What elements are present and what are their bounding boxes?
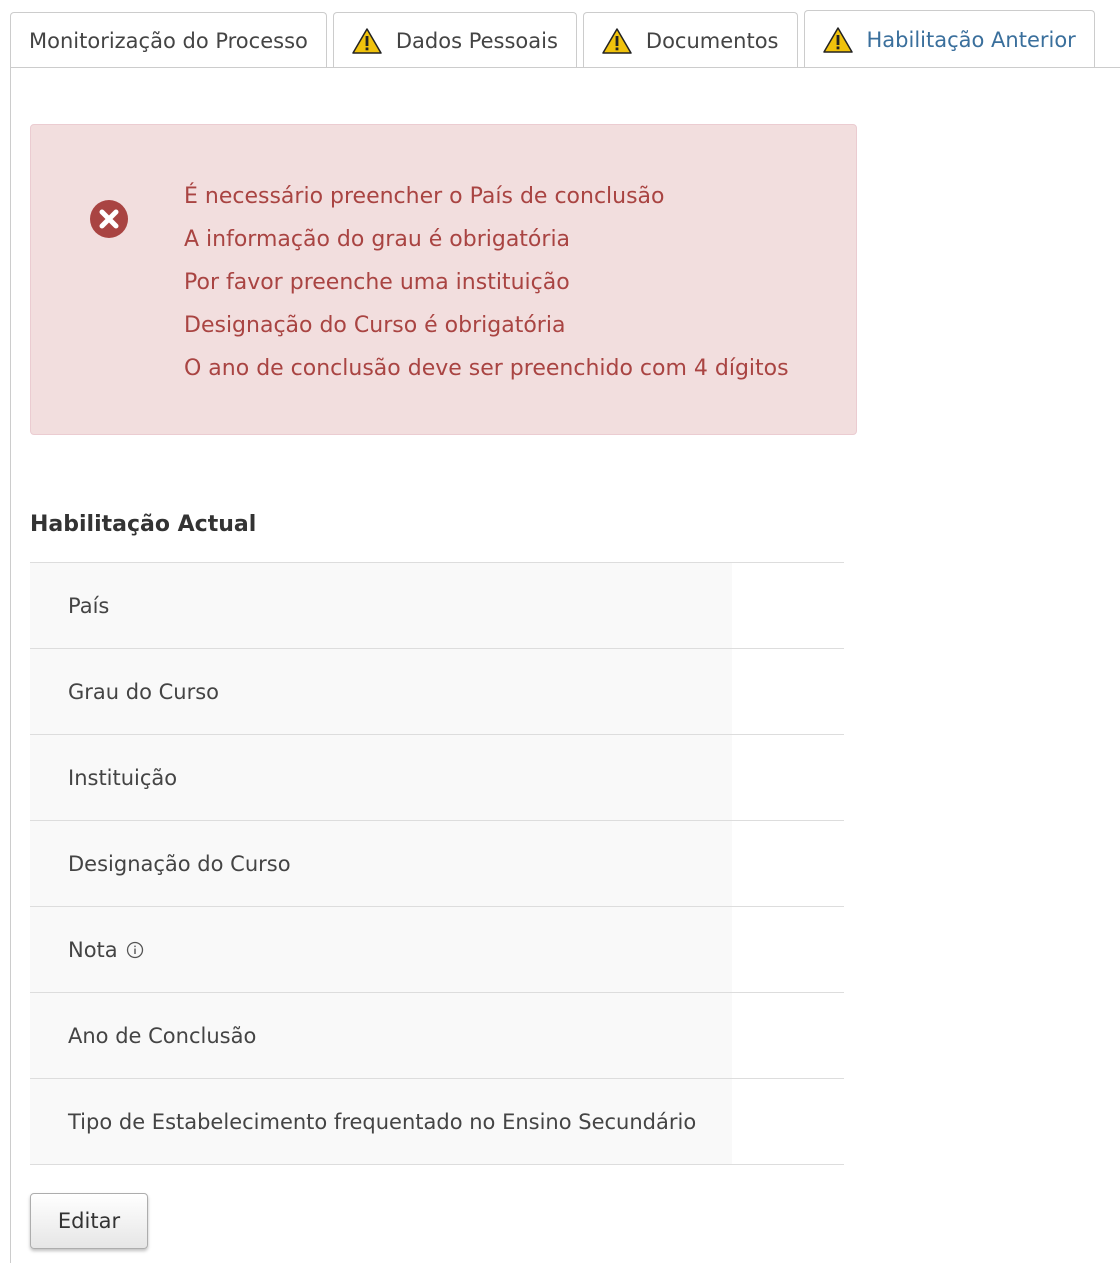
section-title: Habilitação Actual (30, 512, 257, 537)
content-border (10, 67, 11, 1263)
row-value (732, 1079, 844, 1164)
tab-habilitacao-anterior[interactable]: Habilitação Anterior (803, 10, 1095, 68)
tab-label: Dados Pessoais (395, 28, 558, 53)
tab-dados-pessoais[interactable]: Dados Pessoais (332, 12, 577, 68)
row-label-text: Grau do Curso (68, 679, 220, 704)
row-value (732, 649, 844, 734)
row-value (732, 821, 844, 906)
row-value (732, 907, 844, 992)
table-row: Grau do Curso (30, 649, 844, 735)
edit-button[interactable]: Editar (30, 1193, 148, 1249)
tab-bar: Monitorização do Processo Dados Pessoais… (10, 10, 1095, 68)
error-message: É necessário preencher o País de conclus… (184, 184, 665, 209)
error-message: Designação do Curso é obrigatória (184, 313, 566, 338)
row-label-text: Designação do Curso (68, 851, 291, 876)
error-message: A informação do grau é obrigatória (184, 227, 571, 252)
row-value (732, 735, 844, 820)
table-row: Tipo de Estabelecimento frequentado no E… (30, 1079, 844, 1165)
warning-icon (352, 27, 382, 54)
warning-icon (602, 27, 632, 54)
tab-label: Monitorização do Processo (29, 28, 308, 53)
warning-icon (822, 26, 853, 53)
tab-documentos[interactable]: Documentos (582, 12, 798, 68)
row-label-text: País (68, 593, 110, 618)
row-label-text: Nota (68, 937, 118, 962)
tab-divider (10, 67, 1120, 68)
row-label: País (30, 563, 732, 648)
tab-label: Habilitação Anterior (866, 27, 1076, 52)
error-list: É necessário preencher o País de conclus… (184, 175, 789, 390)
row-label: Tipo de Estabelecimento frequentado no E… (30, 1079, 732, 1164)
tab-monitorizacao-processo[interactable]: Monitorização do Processo (10, 12, 327, 68)
row-label-text: Ano de Conclusão (68, 1023, 257, 1048)
error-message: O ano de conclusão deve ser preenchido c… (184, 356, 789, 381)
table-row: País (30, 563, 844, 649)
error-alert: É necessário preencher o País de conclus… (30, 124, 857, 435)
row-label-text: Instituição (68, 765, 178, 790)
row-label-text: Tipo de Estabelecimento frequentado no E… (68, 1109, 697, 1134)
row-value (732, 993, 844, 1078)
table-row: Ano de Conclusão (30, 993, 844, 1079)
row-label: Designação do Curso (30, 821, 732, 906)
error-circle-icon (90, 200, 128, 238)
row-value (732, 563, 844, 648)
row-label: Nota (30, 907, 732, 992)
table-row: Instituição (30, 735, 844, 821)
row-label: Instituição (30, 735, 732, 820)
info-table: País Grau do Curso Instituição Designaçã… (30, 562, 844, 1165)
info-icon[interactable] (126, 941, 144, 959)
row-label: Grau do Curso (30, 649, 732, 734)
tab-label: Documentos (645, 28, 779, 53)
error-message: Por favor preenche uma instituição (184, 270, 570, 295)
table-row: Designação do Curso (30, 821, 844, 907)
table-row: Nota (30, 907, 844, 993)
row-label: Ano de Conclusão (30, 993, 732, 1078)
